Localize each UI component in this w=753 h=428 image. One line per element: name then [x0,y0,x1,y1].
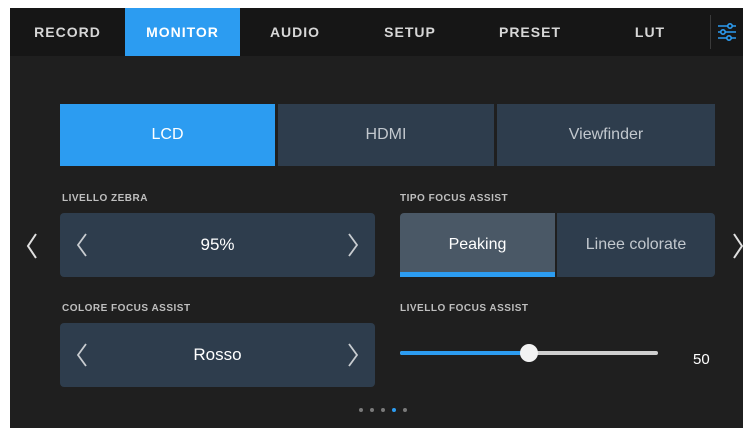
settings-button[interactable] [711,8,743,56]
sliders-icon [718,22,736,42]
zebra-level-value: 95% [200,235,235,254]
focus-color-label: COLORE FOCUS ASSIST [62,303,191,314]
page-dot [370,408,374,412]
page-dot [392,408,396,412]
next-page-arrow-icon[interactable] [730,231,743,261]
tab-record[interactable]: RECORD [10,8,125,56]
focus-type-label: TIPO FOCUS ASSIST [400,193,509,204]
previous-page-arrow-icon[interactable] [24,231,40,261]
tab-monitor[interactable]: MONITOR [125,8,240,56]
focus-level-value: 50 [693,351,710,368]
output-lcd-button[interactable]: LCD [60,104,275,166]
focus-color-stepper: Rosso [60,323,375,387]
page-dot [381,408,385,412]
focus-level-label: LIVELLO FOCUS ASSIST [400,303,529,314]
focus-color-value: Rosso [193,345,242,364]
tab-preset[interactable]: PRESET [470,8,590,56]
peaking-selected-indicator [400,272,555,277]
tab-lut[interactable]: LUT [590,8,710,56]
camera-monitor-screen: RECORD MONITOR AUDIO SETUP PRESET LUT LC… [10,8,743,428]
output-hdmi-button[interactable]: HDMI [278,104,494,166]
tab-audio[interactable]: AUDIO [240,8,350,56]
zebra-level-stepper: 95% [60,213,375,277]
focus-level-slider[interactable] [400,343,660,363]
page-dot [359,408,363,412]
page-dot [403,408,407,412]
tab-setup[interactable]: SETUP [350,8,470,56]
focus-color-next-chevron-icon[interactable] [346,342,360,368]
slider-knob[interactable] [520,344,538,362]
slider-fill [400,351,529,355]
tab-bar: RECORD MONITOR AUDIO SETUP PRESET LUT [10,8,743,56]
focus-colored-lines-button[interactable]: Linee colorate [557,213,715,277]
output-viewfinder-button[interactable]: Viewfinder [497,104,715,166]
zebra-level-label: LIVELLO ZEBRA [62,193,148,204]
page-indicator [359,408,407,412]
focus-peaking-button[interactable]: Peaking [400,213,555,277]
zebra-increase-chevron-icon[interactable] [346,232,360,258]
